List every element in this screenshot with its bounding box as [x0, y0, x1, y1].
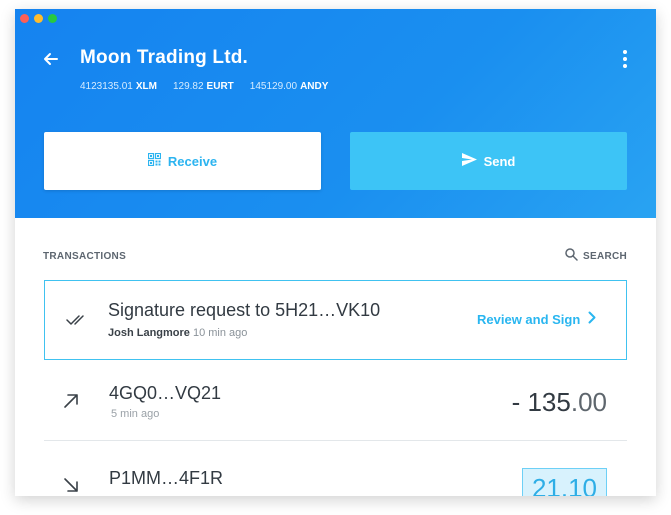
arrow-up-right-icon [62, 392, 80, 415]
transaction-id: P1MM…4F1R [109, 468, 224, 488]
double-check-icon [66, 313, 88, 331]
signature-request-author: Josh Langmore [108, 327, 190, 339]
search-icon [565, 248, 578, 264]
search-button[interactable]: SEARCH [565, 248, 627, 264]
qr-code-icon [147, 152, 162, 169]
transaction-amount-highlighted: 21.10 [522, 468, 607, 496]
back-arrow-icon[interactable] [41, 49, 61, 69]
receive-button[interactable]: Receive [44, 132, 321, 190]
balance-amount: 129.82 [172, 81, 204, 92]
maximize-window-button[interactable] [48, 14, 57, 23]
receive-button-label: Receive [167, 153, 218, 169]
balances-list: 4123135.01 XLM 129.82 EURT 145129.00 ANDY [80, 81, 328, 92]
minimize-window-button[interactable] [34, 14, 43, 23]
balance-item: 4123135.01 XLM [80, 81, 157, 92]
more-menu-icon[interactable] [615, 49, 635, 69]
transaction-id: 4GQ0…VQ21 [109, 383, 222, 403]
chevron-right-icon [588, 311, 596, 327]
window-controls [20, 14, 57, 23]
review-and-sign-button[interactable]: Review and Sign [477, 311, 596, 327]
amount-decimals: .10 [560, 473, 598, 496]
transaction-amount: - 135.00 [512, 387, 607, 418]
account-title: Moon Trading Ltd. [80, 47, 249, 68]
balance-item: 145129.00 ANDY [250, 81, 329, 92]
transactions-heading: TRANSACTIONS [43, 251, 127, 262]
signature-request-row[interactable]: Signature request to 5H21…VK10 Josh Lang… [44, 280, 627, 360]
close-window-button[interactable] [20, 14, 29, 23]
send-icon [461, 153, 477, 169]
amount-main: 21 [531, 473, 561, 496]
balance-amount: 145129.00 [249, 81, 298, 92]
balance-currency: ANDY [300, 81, 329, 92]
arrow-down-right-icon [62, 476, 80, 496]
transaction-row[interactable]: 4GQ0…VQ21 5 min ago - 135.00 [44, 364, 627, 441]
balance-currency: EURT [206, 81, 234, 92]
balance-currency: XLM [135, 81, 157, 92]
amount-main: - 135 [511, 387, 571, 417]
app-window: Moon Trading Ltd. 4123135.01 XLM 129.82 EU… [15, 9, 656, 496]
search-label: SEARCH [583, 250, 628, 262]
balance-item: 129.82 EURT [173, 81, 234, 92]
balance-amount: 4123135.01 [80, 81, 133, 92]
signature-request-meta: Josh Langmore 10 min ago [108, 327, 247, 339]
transaction-time: 5 min ago [111, 408, 160, 420]
amount-decimals: .00 [570, 387, 607, 417]
account-header: Moon Trading Ltd. 4123135.01 XLM 129.82 EU… [15, 9, 656, 218]
signature-request-time: 10 min ago [192, 327, 248, 339]
review-and-sign-label: Review and Sign [477, 311, 581, 327]
transaction-row[interactable]: P1MM…4F1R 21.10 [44, 449, 627, 496]
send-button-label: Send [483, 153, 516, 169]
signature-request-title: Signature request to 5H21…VK10 [108, 300, 381, 320]
send-button[interactable]: Send [350, 132, 627, 190]
